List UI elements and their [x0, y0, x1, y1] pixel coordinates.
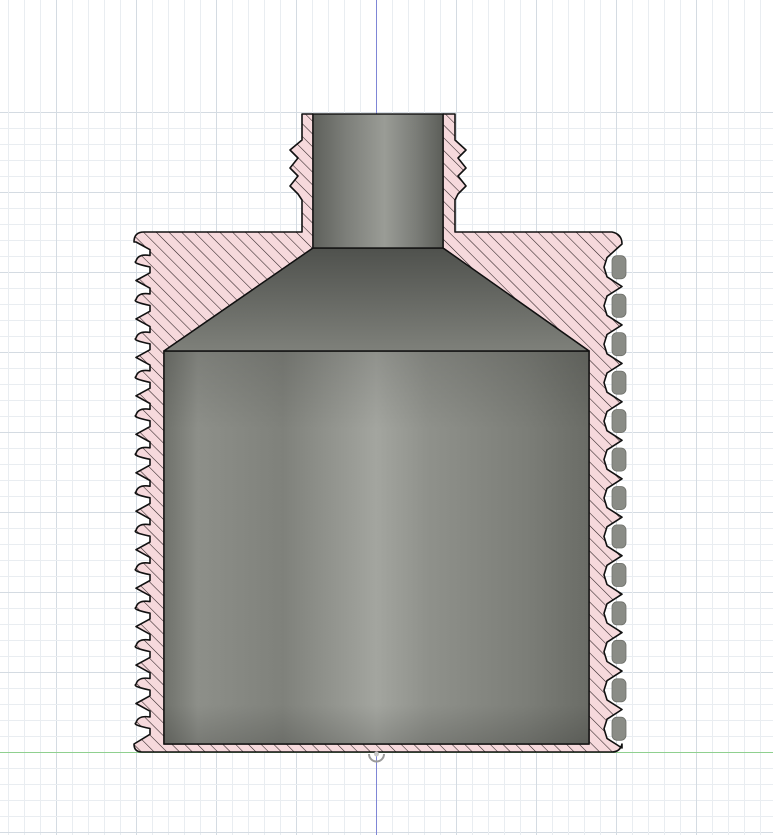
- thread-ridge: [611, 601, 627, 626]
- model-canvas[interactable]: [0, 0, 773, 835]
- thread-ridge: [611, 332, 627, 357]
- interior-bore-shade: [164, 351, 589, 744]
- thread-ridge: [611, 563, 627, 587]
- thread-ridge: [611, 293, 627, 318]
- thread-ridge: [611, 447, 627, 472]
- neck-bore: [312, 113, 444, 249]
- thread-ridge: [611, 716, 627, 741]
- thread-ridge: [611, 255, 627, 280]
- thread-ridge: [611, 370, 627, 395]
- thread-ridge: [611, 409, 627, 434]
- thread-ridge: [611, 524, 627, 549]
- thread-ridge: [611, 678, 627, 703]
- canvas-viewport[interactable]: [0, 0, 773, 835]
- thread-ridge: [611, 639, 627, 664]
- thread-ridge: [611, 486, 627, 511]
